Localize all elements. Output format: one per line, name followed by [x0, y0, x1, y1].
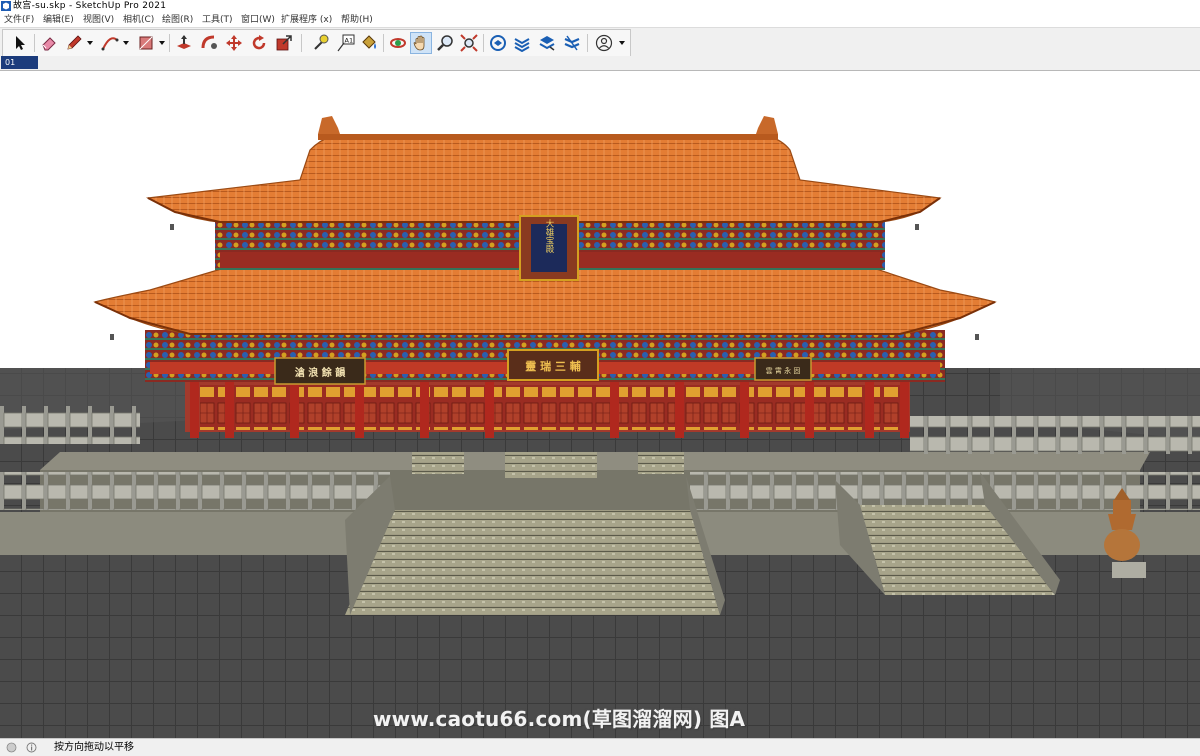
- tape-measure-tool-button[interactable]: [310, 32, 332, 54]
- pan-tool-button[interactable]: [410, 32, 432, 54]
- front-left-railing: [0, 472, 390, 510]
- 3d-warehouse-button[interactable]: [487, 32, 509, 54]
- window-title: 故宫-su.skp - SketchUp Pro 2021: [13, 1, 167, 11]
- zoom-extents-tool-button[interactable]: [458, 32, 480, 54]
- pan-hand-icon: [413, 35, 425, 51]
- menu-window[interactable]: 窗口(W): [241, 13, 275, 27]
- toolbar-separator: [301, 34, 302, 52]
- user-account-icon: [595, 34, 613, 52]
- scene-tab-bar: 01: [0, 56, 1200, 71]
- upper-left-stairs: [412, 452, 464, 474]
- right-rear-railing: [910, 416, 1200, 454]
- move-tool-button[interactable]: [223, 32, 245, 54]
- extension-manager-icon: [564, 35, 580, 51]
- 3d-warehouse-icon: [490, 35, 506, 51]
- zoom-tool-button[interactable]: [434, 32, 456, 54]
- right-plaque-text: 雲 霄 永 固: [766, 366, 801, 375]
- toolbar-separator: [383, 34, 384, 52]
- text-label-icon: A1: [337, 34, 355, 52]
- shape-tool-dropdown-icon[interactable]: [158, 39, 166, 47]
- center-plaque-text: 靈 瑞 三 輔: [525, 359, 581, 373]
- menu-edit[interactable]: 编辑(E): [43, 13, 74, 27]
- status-bar: 按方向拖动以平移: [0, 738, 1200, 756]
- line-tool-button[interactable]: [63, 32, 85, 54]
- geo-location-icon[interactable]: [6, 742, 17, 753]
- extension-warehouse-icon: [514, 38, 530, 52]
- extension-warehouse-button[interactable]: [511, 32, 533, 54]
- line-tool-dropdown-icon[interactable]: [86, 39, 94, 47]
- large-tool-set-panel: A1: [2, 29, 631, 57]
- toolbar-separator: [483, 34, 484, 52]
- rotate-tool-button[interactable]: [248, 32, 270, 54]
- push-pull-icon: [177, 35, 191, 49]
- select-tool-button[interactable]: [9, 32, 31, 54]
- orbit-tool-button[interactable]: [387, 32, 409, 54]
- toolbar-separator: [587, 34, 588, 52]
- tape-measure-icon: [314, 34, 329, 50]
- menu-view[interactable]: 视图(V): [83, 13, 114, 27]
- menu-draw[interactable]: 绘图(R): [162, 13, 193, 27]
- follow-me-icon: [201, 35, 217, 49]
- follow-me-tool-button[interactable]: [198, 32, 220, 54]
- rectangle-tool-button[interactable]: [135, 32, 157, 54]
- arc-tool-button[interactable]: [99, 32, 121, 54]
- scale-icon: [276, 35, 292, 51]
- paint-bucket-tool-button[interactable]: [358, 32, 380, 54]
- menu-camera[interactable]: 相机(C): [123, 13, 154, 27]
- title-bar: 故宫-su.skp - SketchUp Pro 2021: [0, 0, 1200, 13]
- info-icon[interactable]: [26, 742, 37, 753]
- menu-bar: 文件(F) 编辑(E) 视图(V) 相机(C) 绘图(R) 工具(T) 窗口(W…: [0, 13, 1200, 27]
- move-icon: [226, 35, 242, 51]
- toolbar: A1: [0, 27, 1200, 58]
- main-front-stairs: [345, 510, 720, 615]
- push-pull-tool-button[interactable]: [173, 32, 195, 54]
- text-tool-glyph: A1: [345, 37, 354, 45]
- zoom-icon: [437, 35, 453, 51]
- eraser-icon: [42, 37, 56, 51]
- orbit-icon: [390, 38, 406, 48]
- model-viewport[interactable]: 大雄宝殿 靈 瑞 三 輔 滄 浪 餘 韻 雲 霄 永 固 www.caotu66…: [0, 71, 1200, 738]
- menu-extensions[interactable]: 扩展程序 (x): [281, 13, 332, 27]
- toolbar-separator: [34, 34, 35, 52]
- send-to-layout-button[interactable]: [536, 32, 558, 54]
- roof-ridge: [318, 134, 778, 140]
- select-arrow-icon: [16, 36, 25, 50]
- status-message: 按方向拖动以平移: [54, 742, 134, 753]
- menu-tools[interactable]: 工具(T): [202, 13, 233, 27]
- layout-send-icon: [539, 36, 555, 51]
- rectangle-icon: [139, 36, 153, 50]
- left-rear-railing: [0, 406, 140, 444]
- text-tool-button[interactable]: A1: [335, 32, 357, 54]
- sketchup-app-icon: [1, 1, 11, 11]
- scene-tab-01[interactable]: 01: [1, 56, 38, 69]
- upper-center-stairs: [505, 452, 597, 478]
- upper-right-stairs: [638, 452, 684, 474]
- eraser-tool-button[interactable]: [38, 32, 60, 54]
- scale-tool-button[interactable]: [273, 32, 295, 54]
- menu-file[interactable]: 文件(F): [4, 13, 34, 27]
- zoom-extents-icon: [460, 34, 478, 52]
- paint-bucket-icon: [362, 35, 376, 49]
- account-dropdown-icon[interactable]: [618, 39, 626, 47]
- toolbar-separator: [169, 34, 170, 52]
- extension-manager-button[interactable]: [561, 32, 583, 54]
- arc-icon: [101, 37, 119, 51]
- account-button[interactable]: [593, 32, 615, 54]
- top-plaque-text: 大雄宝殿: [544, 218, 554, 254]
- left-plaque-text: 滄 浪 餘 韻: [295, 366, 346, 379]
- arc-tool-dropdown-icon[interactable]: [122, 39, 130, 47]
- menu-help[interactable]: 帮助(H): [341, 13, 373, 27]
- rotate-icon: [252, 35, 266, 50]
- palace-model-render: 大雄宝殿 靈 瑞 三 輔 滄 浪 餘 韻 雲 霄 永 固: [0, 71, 1200, 738]
- pencil-line-icon: [67, 35, 82, 50]
- watermark-text: www.caotu66.com(草图溜溜网) 图A: [373, 707, 746, 731]
